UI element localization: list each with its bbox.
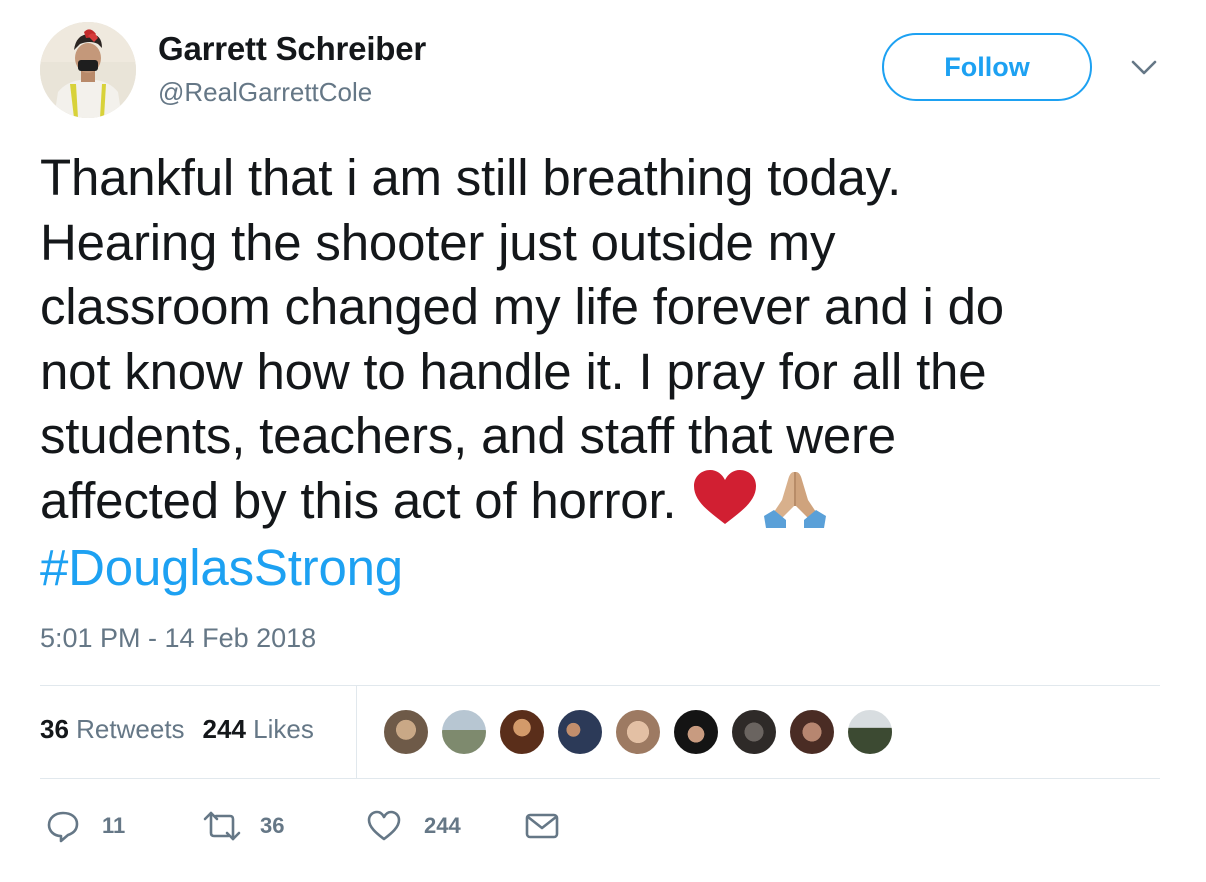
tweet-line: students, teachers, and staff that were [40, 407, 896, 464]
reply-button[interactable]: 11 [46, 806, 125, 846]
author-name[interactable]: Garrett Schreiber [158, 30, 426, 68]
retweet-icon [202, 809, 242, 843]
envelope-icon [524, 811, 560, 841]
red-heart-icon [690, 466, 760, 530]
retweets-stat[interactable]: 36 Retweets [40, 714, 185, 744]
likes-stat[interactable]: 244 Likes [203, 714, 314, 744]
liker-avatar[interactable] [556, 708, 604, 756]
tweet-line: not know how to handle it. I pray for al… [40, 342, 987, 400]
tweet-line: Hearing the shooter just outside my [40, 213, 836, 271]
tweet-timestamp[interactable]: 5:01 PM - 14 Feb 2018 [40, 623, 316, 654]
likes-count: 244 [202, 714, 246, 744]
tweet-text: Thankful that i am still breathing today… [40, 146, 1160, 601]
tweet-stats: 36 Retweets 244 Likes [40, 714, 314, 745]
tweet-line: classroom changed my life forever and i … [40, 278, 1004, 335]
liker-avatar[interactable] [846, 708, 894, 756]
follow-button[interactable]: Follow [882, 33, 1092, 101]
chevron-down-icon[interactable] [1128, 56, 1160, 80]
retweet-button[interactable]: 36 [202, 806, 284, 846]
tweet-line: Thankful that i am still breathing today… [40, 149, 902, 206]
liker-avatar[interactable] [788, 708, 836, 756]
likes-label: Likes [253, 714, 314, 744]
liker-avatar[interactable] [440, 708, 488, 756]
liker-avatar[interactable] [730, 708, 778, 756]
reply-icon [46, 809, 80, 843]
profile-photo [40, 22, 136, 118]
like-button[interactable]: 244 [366, 806, 461, 846]
divider [40, 685, 1160, 686]
tweet-actions: 11 36 244 [40, 806, 640, 846]
tweet-line-last: affected by this act of horror. [40, 469, 1160, 537]
hashtag-link[interactable]: #DouglasStrong [40, 536, 1160, 601]
tweet-line: affected by this act of horror. [40, 471, 677, 529]
like-count: 244 [424, 813, 461, 838]
folded-hands-icon [760, 466, 830, 530]
author-avatar[interactable] [40, 22, 136, 118]
divider [40, 778, 1160, 779]
liker-avatar[interactable] [382, 708, 430, 756]
retweet-count: 36 [260, 813, 285, 838]
stats-divider [356, 686, 357, 778]
message-button[interactable] [524, 806, 560, 846]
liker-avatar[interactable] [672, 708, 720, 756]
reply-count: 11 [102, 813, 126, 838]
retweets-count: 36 [40, 714, 69, 744]
retweets-label: Retweets [76, 714, 185, 744]
liker-avatar[interactable] [498, 708, 546, 756]
heart-icon [366, 809, 402, 843]
author-handle[interactable]: @RealGarrettCole [158, 77, 372, 108]
liker-avatar[interactable] [614, 708, 662, 756]
